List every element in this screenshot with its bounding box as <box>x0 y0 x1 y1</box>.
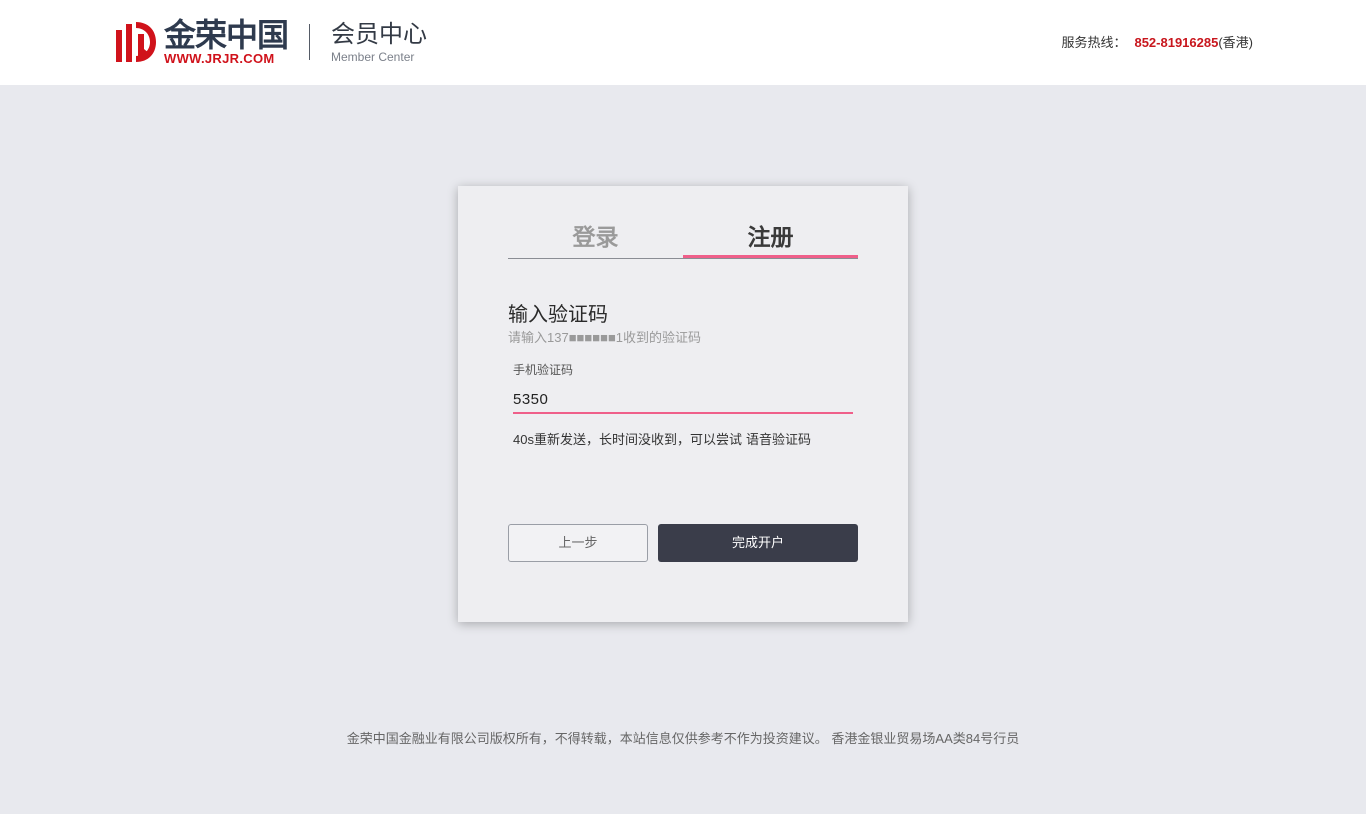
form-subtitle: 请输入137■■■■■■1收到的验证码 <box>508 330 702 345</box>
auth-tabs: 登录 注册 <box>508 218 858 259</box>
verification-code-input[interactable] <box>513 387 853 414</box>
verification-code-label: 手机验证码 <box>513 363 574 377</box>
member-center-title: 会员中心 Member Center <box>331 20 427 64</box>
active-tab-indicator <box>683 255 858 258</box>
jinrong-logo-icon <box>116 22 156 62</box>
back-button[interactable]: 上一步 <box>508 524 648 562</box>
member-center-en: Member Center <box>331 50 415 64</box>
tab-register[interactable]: 注册 <box>683 218 858 258</box>
service-hotline: 服务热线： 852-81916285(香港) <box>1061 32 1253 51</box>
site-header: 金荣中国 WWW.JRJR.COM 会员中心 Member Center 服务热… <box>0 0 1366 85</box>
form-title: 输入验证码 <box>508 304 608 326</box>
register-card: 登录 注册 输入验证码 请输入137■■■■■■1收到的验证码 手机验证码 40… <box>458 186 908 622</box>
member-center-cn: 会员中心 <box>331 21 427 48</box>
hotline-region: (香港) <box>1218 35 1253 50</box>
header-divider <box>309 24 310 60</box>
footer-copyright: 金荣中国金融业有限公司版权所有，不得转载，本站信息仅供参考不作为投资建议。 香港… <box>346 731 1020 746</box>
resend-hint: 40s重新发送，长时间没收到，可以尝试 语音验证码 <box>513 429 811 448</box>
tab-login[interactable]: 登录 <box>508 218 683 258</box>
resend-countdown-text: 40s重新发送，长时间没收到，可以尝试 <box>513 432 742 447</box>
logo[interactable]: 金荣中国 WWW.JRJR.COM <box>112 17 289 68</box>
hotline-label: 服务热线： <box>1061 35 1127 50</box>
finish-account-button[interactable]: 完成开户 <box>658 524 858 562</box>
logo-chinese-text: 金荣中国 <box>164 17 289 53</box>
logo-url-text: WWW.JRJR.COM <box>164 51 275 66</box>
hotline-number: 852-81916285 <box>1134 35 1219 50</box>
voice-code-link[interactable]: 语音验证码 <box>746 432 811 447</box>
